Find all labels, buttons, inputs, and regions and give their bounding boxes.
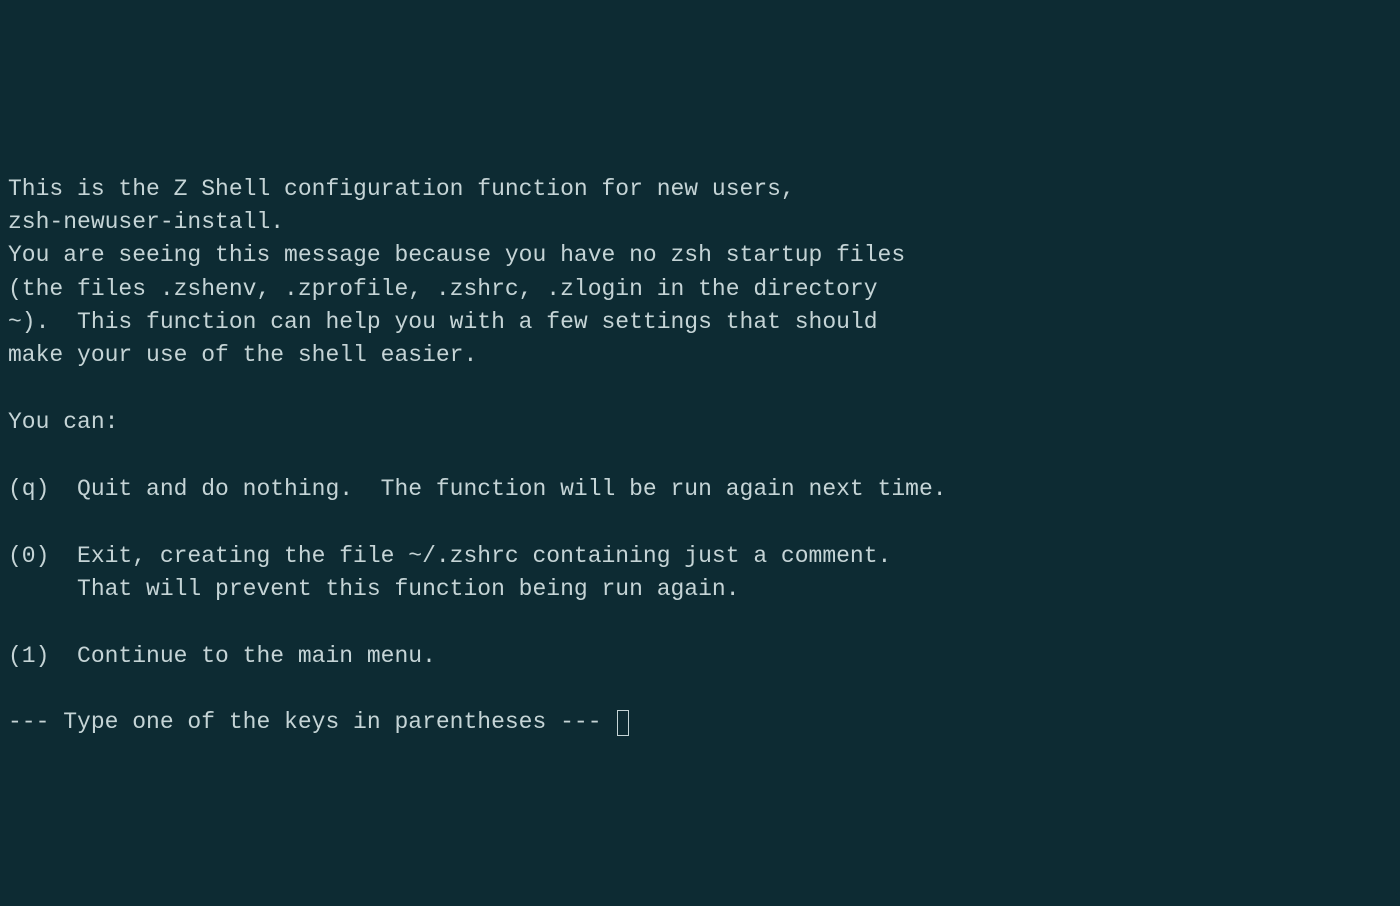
option-0-line-2: That will prevent this function being ru…	[8, 576, 740, 602]
intro-line-6: make your use of the shell easier.	[8, 342, 477, 368]
intro-line-5: ~). This function can help you with a fe…	[8, 309, 878, 335]
option-0-line-1: (0) Exit, creating the file ~/.zshrc con…	[8, 543, 891, 569]
option-1: (1) Continue to the main menu.	[8, 643, 436, 669]
intro-line-2: zsh-newuser-install.	[8, 209, 284, 235]
terminal-output[interactable]: This is the Z Shell configuration functi…	[8, 139, 1392, 739]
intro-line-1: This is the Z Shell configuration functi…	[8, 176, 795, 202]
intro-line-3: You are seeing this message because you …	[8, 242, 905, 268]
option-q: (q) Quit and do nothing. The function wi…	[8, 476, 947, 502]
cursor-icon[interactable]	[617, 710, 629, 736]
you-can-label: You can:	[8, 409, 118, 435]
input-prompt: --- Type one of the keys in parentheses …	[8, 709, 615, 735]
intro-line-4: (the files .zshenv, .zprofile, .zshrc, .…	[8, 276, 878, 302]
